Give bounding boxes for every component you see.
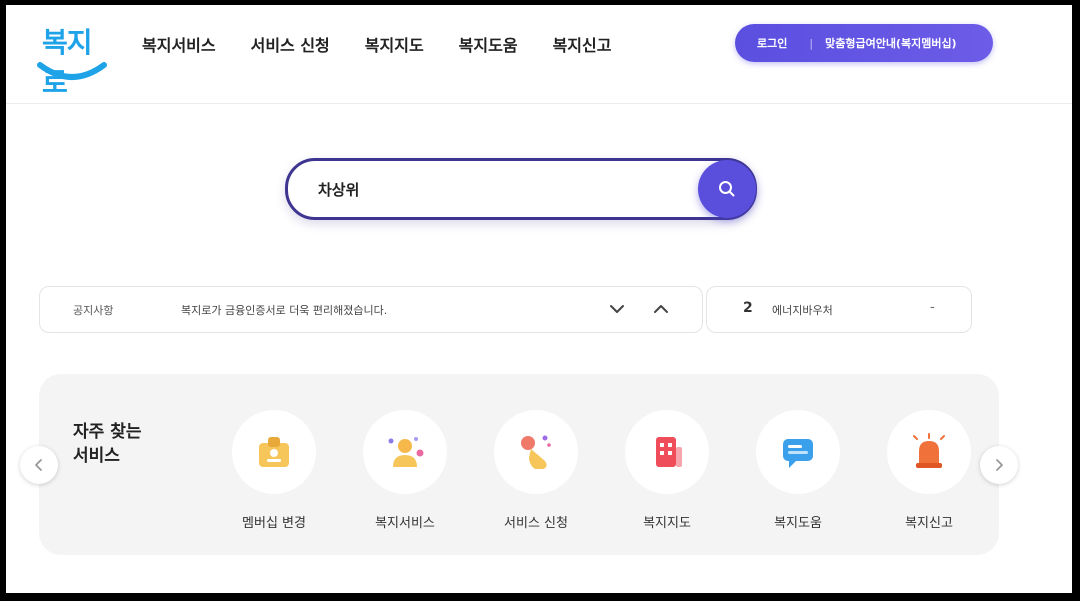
search-icon (719, 181, 735, 197)
service-icon-circle (625, 410, 709, 494)
service-icon-circle (363, 410, 447, 494)
notice-next-button[interactable] (608, 300, 626, 322)
header: 복지로 복지서비스 서비스 신청 복지지도 복지도움 복지신고 로그인 | 맞춤… (6, 5, 1072, 104)
chevron-right-icon (996, 459, 1003, 471)
services-title-line2: 서비스 (73, 446, 120, 466)
popular-search-ranking[interactable]: 2 에너지바우처 - (706, 286, 972, 333)
chevron-down-icon (610, 305, 624, 313)
search-input[interactable] (316, 175, 690, 203)
nav-service-application[interactable]: 서비스 신청 (251, 32, 330, 56)
main-nav: 복지서비스 서비스 신청 복지지도 복지도움 복지신고 (142, 32, 611, 56)
rank-keyword: 에너지바우처 (772, 304, 833, 317)
nav-welfare-report[interactable]: 복지신고 (553, 32, 612, 56)
service-icon-circle (494, 410, 578, 494)
pill-separator: | (809, 36, 814, 50)
service-application[interactable]: 서비스 신청 (494, 410, 578, 531)
hand-touch-icon (521, 435, 551, 469)
service-label: 복지지도 (643, 516, 691, 531)
service-label: 복지신고 (905, 516, 953, 531)
nav-welfare-help[interactable]: 복지도움 (459, 32, 518, 56)
siren-icon (913, 433, 945, 468)
service-icon-circle (887, 410, 971, 494)
notice-bar: 공지사항 복지로가 금융인증서로 더욱 편리해졌습니다. (39, 286, 703, 333)
service-label: 복지도움 (774, 516, 822, 531)
rank-number: 2 (743, 300, 753, 316)
service-welfare-map[interactable]: 복지지도 (625, 410, 709, 531)
service-label: 복지서비스 (375, 516, 435, 531)
notice-prev-button[interactable] (652, 300, 670, 322)
services-next-button[interactable] (980, 446, 1018, 484)
services-title-line1: 자주 찾는 (73, 422, 142, 442)
frequent-services: 자주 찾는 서비스 멤버십 변경 복지서비스 서비스 신청 복지지도 복지도움 … (39, 374, 999, 555)
service-icon-circle (232, 410, 316, 494)
page: 복지로 복지서비스 서비스 신청 복지지도 복지도움 복지신고 로그인 | 맞춤… (6, 5, 1072, 593)
search-box (285, 158, 757, 220)
nav-welfare-map[interactable]: 복지지도 (365, 32, 424, 56)
services-title: 자주 찾는 서비스 (73, 420, 141, 468)
chevron-up-icon (654, 305, 668, 313)
nav-welfare-service[interactable]: 복지서비스 (142, 32, 216, 56)
login-button[interactable]: 로그인 (757, 35, 787, 51)
service-icon-circle (756, 410, 840, 494)
notice-label: 공지사항 (73, 304, 114, 317)
service-welfare-service[interactable]: 복지서비스 (363, 410, 447, 531)
header-pill: 로그인 | 맞춤형급여안내(복지멤버십) (735, 24, 993, 62)
service-membership-change[interactable]: 멤버십 변경 (232, 410, 316, 531)
service-label: 멤버십 변경 (242, 516, 306, 531)
chat-bubble-icon (783, 439, 813, 468)
building-icon (656, 437, 682, 467)
membership-icon (259, 437, 289, 467)
service-welfare-report[interactable]: 복지신고 (887, 410, 971, 531)
custom-benefit-guide-button[interactable]: 맞춤형급여안내(복지멤버십) (825, 35, 957, 51)
rank-change: - (930, 300, 935, 315)
chevron-left-icon (35, 459, 42, 471)
logo[interactable]: 복지로 (36, 21, 112, 99)
notice-text[interactable]: 복지로가 금융인증서로 더욱 편리해졌습니다. (181, 302, 387, 318)
service-label: 서비스 신청 (504, 516, 568, 531)
logo-smile-icon (37, 62, 107, 80)
service-welfare-help[interactable]: 복지도움 (756, 410, 840, 531)
services-prev-button[interactable] (20, 446, 58, 484)
search-button[interactable] (698, 160, 756, 218)
person-icon (388, 437, 424, 467)
